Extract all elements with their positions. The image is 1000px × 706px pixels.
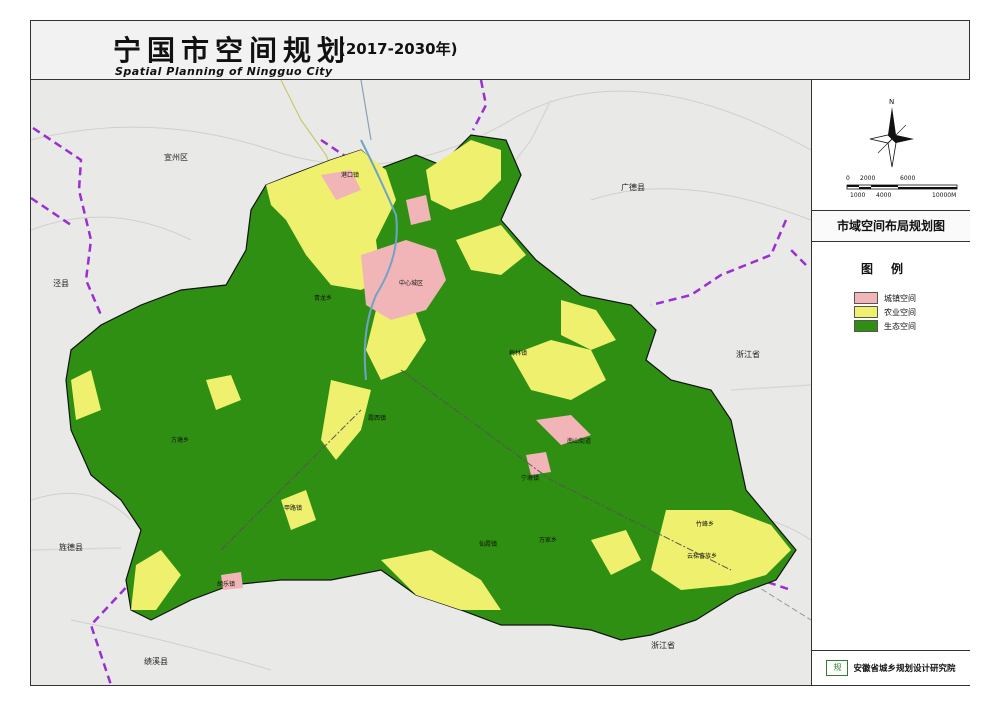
- map-title-english: Spatial Planning of Ningguo City: [115, 65, 333, 78]
- legend-swatch-urban: [854, 292, 878, 304]
- town-label-ningdun: 宁墩镇: [521, 474, 539, 482]
- scale-tick: 0: [846, 175, 850, 182]
- label-jixi: 绩溪县: [144, 656, 168, 666]
- town-label-wanjia: 万家乡: [539, 536, 557, 544]
- organization-name: 安徽省城乡规划设计研究院: [853, 664, 956, 674]
- map-title-years: (2017-2030年): [339, 40, 458, 58]
- panel-title: 市域空间布局规划图: [812, 210, 970, 242]
- label-jingxian: 泾县: [53, 279, 69, 288]
- map-sidebar: N 0 2000 6000 1000 4000 10000M 市域空间布局规划图…: [811, 80, 970, 685]
- legend-swatch-ecology: [854, 320, 878, 332]
- town-label-yunti: 云梯畲族乡: [687, 552, 717, 560]
- town-label-shouchang: 竹峰乡: [696, 520, 714, 528]
- scale-tick: 6000: [900, 175, 916, 182]
- label-jingde: 旌德县: [59, 542, 83, 552]
- label-zhejiang-east: 浙江省: [736, 349, 760, 359]
- town-label-qingshui: 青龙乡: [314, 294, 332, 302]
- town-label-tianhu: 仙霞镇: [479, 540, 497, 548]
- legend-label: 城镇空间: [884, 293, 916, 303]
- label-xuanzhou: 宣州区: [164, 152, 188, 162]
- town-label-meilin: 梅林镇: [509, 349, 527, 357]
- label-zhejiang-south: 浙江省: [651, 640, 675, 650]
- scale-tick: 10000M: [932, 192, 957, 199]
- legend-label: 生态空间: [884, 321, 916, 331]
- town-label-hukeng: 胡乐镇: [217, 580, 235, 588]
- organization-credit: 规 安徽省城乡规划设计研究院: [812, 650, 970, 685]
- town-label-gangkou: 港口镇: [341, 171, 359, 179]
- map-title: 宁国市空间规划: [113, 34, 352, 67]
- map-header: 宁国市空间规划 (2017-2030年) Spatial Planning of…: [31, 21, 969, 80]
- legend-swatch-agriculture: [854, 306, 878, 318]
- town-label-center: 中心城区: [399, 279, 423, 287]
- legend-item-urban: 城镇空间: [854, 292, 916, 304]
- town-label-fangtang: 方塘乡: [171, 436, 189, 444]
- north-arrow-icon: N: [862, 95, 922, 174]
- legend-title: 图例: [860, 262, 921, 276]
- north-label: N: [889, 98, 894, 106]
- town-label-xiaxi: 霞西镇: [368, 414, 386, 422]
- map-canvas[interactable]: 宣州区 泾县 广德县 浙江省 旌德县 浙江省 绩溪县 港口镇 中心城区 青龙乡 …: [31, 80, 811, 685]
- scale-tick: 4000: [876, 192, 892, 199]
- label-guangde: 广德县: [621, 182, 645, 192]
- scale-bar: 0 2000 6000 1000 4000 10000M: [832, 175, 962, 203]
- town-label-nanshan: 南山街道: [567, 437, 591, 445]
- organization-logo-icon: 规: [826, 660, 849, 676]
- scale-tick: 1000: [850, 192, 866, 199]
- legend-label: 农业空间: [884, 307, 916, 317]
- scale-tick: 2000: [860, 175, 876, 182]
- legend-item-ecology: 生态空间: [854, 320, 916, 332]
- legend-item-agriculture: 农业空间: [854, 306, 916, 318]
- town-label-jiahe: 甲路镇: [284, 504, 302, 512]
- map-svg: 宣州区 泾县 广德县 浙江省 旌德县 浙江省 绩溪县 港口镇 中心城区 青龙乡 …: [31, 80, 811, 685]
